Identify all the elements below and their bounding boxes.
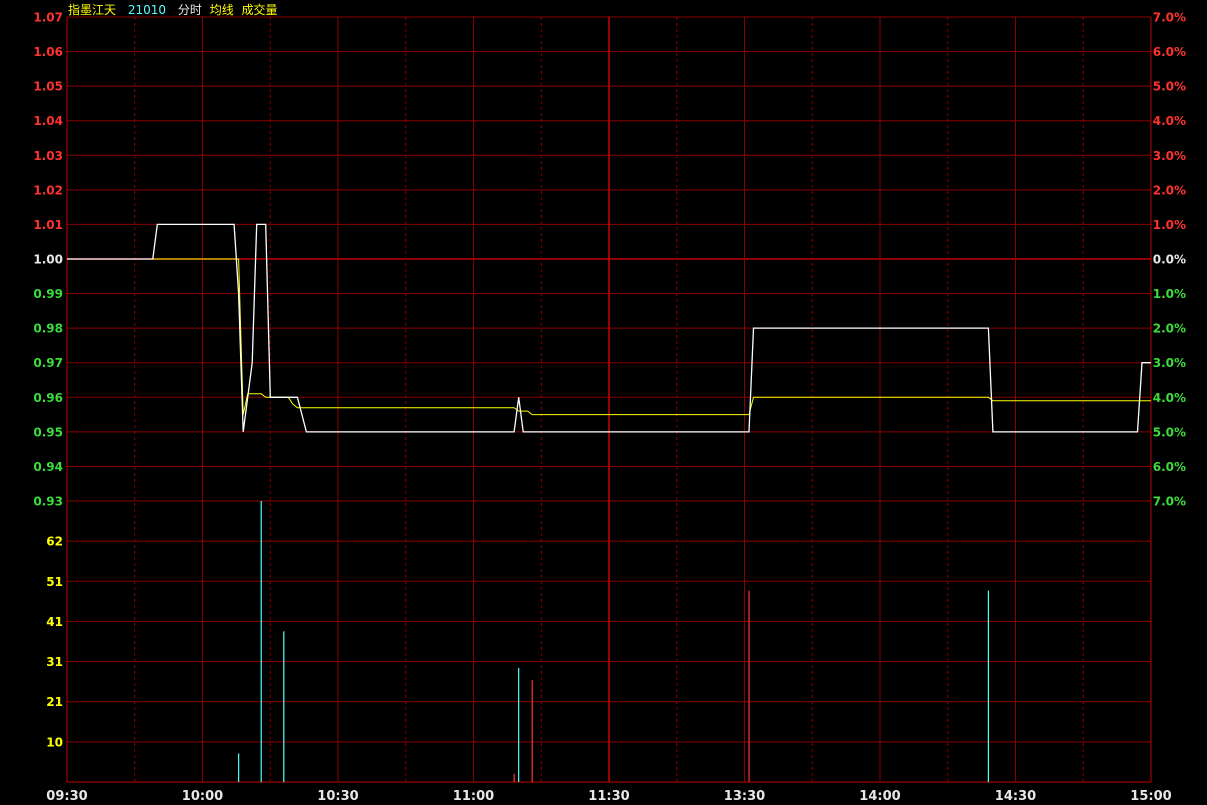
price-tick-label: 1.02 — [33, 183, 63, 197]
percent-tick-label: 6.0% — [1153, 45, 1186, 59]
price-tick-label: 1.06 — [33, 45, 63, 59]
percent-tick-label: 7.0% — [1153, 495, 1186, 509]
price-tick-label: 0.98 — [33, 322, 63, 336]
intraday-chart: 1.07 7.0% 1.06 6.0% 1.05 5.0% 1.04 4.0% 1.03 3.0%… — [33, 11, 1186, 805]
percent-tick-label: 5.0% — [1153, 425, 1186, 439]
price-tick-label: 1.03 — [33, 149, 63, 163]
percent-tick-label: 6.0% — [1153, 460, 1186, 474]
time-tick-label: 13:30 — [724, 789, 765, 804]
price-tick-label: 1.01 — [33, 218, 63, 232]
price-tick-label: 1.05 — [33, 80, 63, 94]
time-tick-label: 14:30 — [995, 789, 1036, 804]
volume-tick-label: 10 — [46, 735, 63, 749]
price-tick-label: 1.04 — [33, 114, 63, 128]
time-tick-label: 11:00 — [453, 789, 494, 804]
percent-tick-label: 0.0% — [1153, 253, 1186, 267]
volume-tick-label: 51 — [46, 575, 63, 589]
time-tick-label: 15:00 — [1130, 789, 1171, 804]
price-tick-label: 0.97 — [33, 356, 63, 370]
percent-tick-label: 7.0% — [1153, 11, 1186, 25]
volume-tick-label: 62 — [46, 535, 63, 549]
time-tick-label: 14:00 — [859, 789, 900, 804]
volume-tick-label: 21 — [46, 695, 63, 709]
price-tick-label: 1.00 — [33, 253, 63, 267]
time-tick-label: 10:30 — [317, 789, 358, 804]
price-tick-label: 0.99 — [33, 287, 63, 301]
percent-tick-label: 1.0% — [1153, 218, 1186, 232]
percent-tick-label: 2.0% — [1153, 183, 1186, 197]
time-tick-label: 09:30 — [46, 789, 87, 804]
price-tick-label: 0.94 — [33, 460, 63, 474]
time-tick-label: 11:30 — [588, 789, 629, 804]
percent-tick-label: 3.0% — [1153, 149, 1186, 163]
volume-tick-label: 31 — [46, 655, 63, 669]
percent-tick-label: 5.0% — [1153, 80, 1186, 94]
percent-tick-label: 2.0% — [1153, 322, 1186, 336]
price-tick-label: 0.95 — [33, 425, 63, 439]
volume-tick-label: 41 — [46, 615, 63, 629]
percent-tick-label: 3.0% — [1153, 356, 1186, 370]
percent-tick-label: 4.0% — [1153, 391, 1186, 405]
percent-tick-label: 1.0% — [1153, 287, 1186, 301]
price-tick-label: 1.07 — [33, 11, 63, 25]
price-tick-label: 0.93 — [33, 495, 63, 509]
time-tick-label: 10:00 — [182, 789, 223, 804]
percent-tick-label: 4.0% — [1153, 114, 1186, 128]
price-tick-label: 0.96 — [33, 391, 63, 405]
